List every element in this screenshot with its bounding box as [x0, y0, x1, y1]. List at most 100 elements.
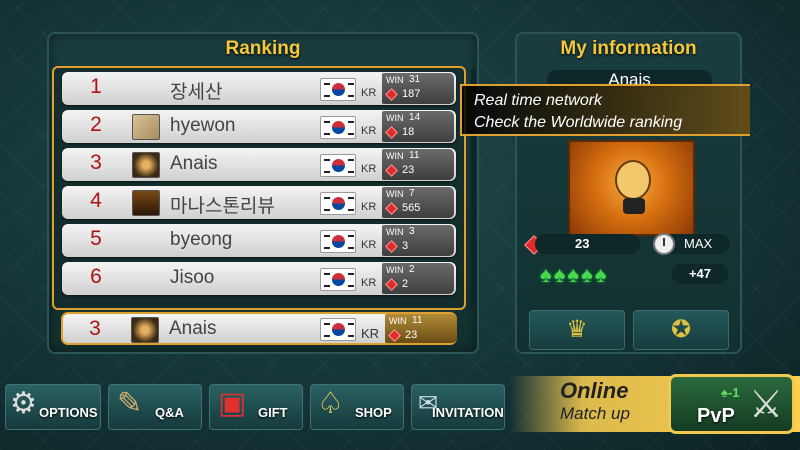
korea-flag-icon [320, 230, 356, 253]
flag-trigram [348, 273, 354, 275]
my-ranking-row[interactable]: 3 Anais KR WIN 11 23 [61, 312, 457, 345]
flag-trigram [348, 197, 354, 199]
gift-label: GIFT [258, 405, 288, 420]
korea-flag-icon [320, 78, 356, 101]
gem-count: 565 [402, 202, 421, 214]
win-count: 2 [409, 264, 415, 275]
gift-button[interactable]: ▣ GIFT [209, 384, 303, 430]
player-name: byeong [170, 229, 233, 250]
invitation-label: INVITATION [432, 405, 504, 420]
rank-number: 3 [89, 317, 101, 340]
medal-icon: ✪ [670, 316, 692, 343]
spade-icons: ♠♠♠♠♠ [540, 262, 609, 287]
player-avatar [132, 114, 160, 140]
gem-count: 23 [405, 329, 418, 341]
flag-trigram [324, 273, 330, 275]
win-label: WIN [386, 151, 404, 161]
win-label: WIN [386, 75, 404, 85]
win-count: 11 [409, 150, 420, 161]
character-icon [615, 160, 651, 214]
gem-icon [385, 126, 398, 139]
flag-trigram [324, 235, 330, 237]
my-time-value: MAX [684, 236, 713, 251]
pencil-icon: ✎ [117, 387, 143, 420]
korea-flag-icon [320, 192, 356, 215]
qna-label: Q&A [155, 405, 184, 420]
ranking-row[interactable]: 1 장세산 KR WIN 31 187 [62, 72, 456, 105]
pvp-button[interactable]: ♠-1 PvP ⚔ [668, 374, 795, 434]
country-code: KR [361, 87, 377, 99]
win-label: WIN [386, 113, 404, 123]
qna-button[interactable]: ✎ Q&A [108, 384, 202, 430]
invitation-button[interactable]: ✉ INVITATION [411, 384, 505, 430]
ranking-row[interactable]: 6 Jisoo KR WIN 2 2 [62, 262, 456, 295]
online-label: Online [560, 378, 629, 403]
flag-trigram [324, 95, 330, 97]
pvp-cost: ♠-1 [721, 385, 740, 400]
flag-trigram [348, 335, 354, 337]
flag-trigram [324, 171, 330, 173]
win-label: WIN [386, 189, 404, 199]
crown-button[interactable]: ♛ [529, 310, 625, 350]
country-code: KR [361, 163, 377, 175]
flag-trigram [324, 133, 330, 135]
ranking-row[interactable]: 3 Anais KR WIN 11 23 [62, 148, 456, 181]
rank-number: 1 [90, 75, 102, 98]
stat-box: WIN 2 2 [382, 263, 454, 294]
ranking-row[interactable]: 5 byeong KR WIN 3 3 [62, 224, 456, 257]
gem-count: 23 [402, 164, 415, 176]
match-up-label: Match up [560, 404, 630, 423]
ranking-list[interactable]: 1 장세산 KR WIN 31 187 2 hyewon KR WIN 14 1… [52, 66, 466, 310]
shop-button[interactable]: ♤ SHOP [310, 384, 404, 430]
win-count: 3 [409, 226, 415, 237]
rank-number: 4 [90, 189, 102, 212]
stat-box: WIN 11 23 [385, 314, 457, 343]
crown-icon: ♛ [566, 316, 588, 343]
rank-number: 6 [90, 265, 102, 288]
flag-trigram [324, 197, 330, 199]
my-gem-value: 23 [575, 236, 590, 251]
tooltip-banner: Real time network Check the Worldwide ra… [460, 84, 750, 136]
ranking-row[interactable]: 2 hyewon KR WIN 14 18 [62, 110, 456, 143]
shop-label: SHOP [355, 405, 392, 420]
flag-trigram [348, 171, 354, 173]
flag-trigram [348, 121, 354, 123]
my-avatar[interactable] [568, 140, 695, 236]
flag-trigram [324, 121, 330, 123]
flag-trigram [348, 285, 354, 287]
country-code: KR [361, 239, 377, 251]
flag-trigram [324, 247, 330, 249]
player-name: hyewon [170, 115, 236, 136]
my-gem-count: 23 [535, 234, 640, 254]
korea-flag-icon [320, 116, 356, 139]
player-name: 장세산 [170, 82, 223, 103]
stat-box: WIN 3 3 [382, 225, 454, 256]
gem-icon [385, 278, 398, 291]
flag-trigram [324, 83, 330, 85]
flag-trigram [324, 159, 330, 161]
gem-count: 18 [402, 126, 415, 138]
gear-icon: ⚙ [10, 387, 37, 420]
flag-trigram [348, 235, 354, 237]
ranking-row[interactable]: 4 마나스톤리뷰 KR WIN 7 565 [62, 186, 456, 219]
medal-button[interactable]: ✪ [633, 310, 729, 350]
gem-count: 2 [402, 278, 409, 290]
gem-count: 3 [402, 240, 409, 252]
korea-flag-icon [320, 154, 356, 177]
my-information-panel: My information Anais 23 MAX ♠♠♠♠♠ +47 ♛ … [515, 32, 742, 354]
country-code: KR [361, 326, 380, 341]
flag-trigram [324, 335, 330, 337]
spade-bonus: +47 [672, 264, 728, 284]
flag-trigram [348, 247, 354, 249]
gift-icon: ▣ [218, 387, 247, 420]
win-label: WIN [389, 316, 407, 326]
tooltip-line-2: Check the Worldwide ranking [474, 114, 683, 131]
flag-trigram [324, 285, 330, 287]
korea-flag-icon [320, 318, 356, 341]
win-count: 14 [409, 112, 421, 123]
stat-box: WIN 31 187 [382, 73, 454, 104]
options-button[interactable]: ⚙ OPTIONS [5, 384, 101, 430]
ranking-title: Ranking [225, 38, 301, 59]
rank-number: 3 [90, 151, 102, 174]
flag-trigram [348, 95, 354, 97]
